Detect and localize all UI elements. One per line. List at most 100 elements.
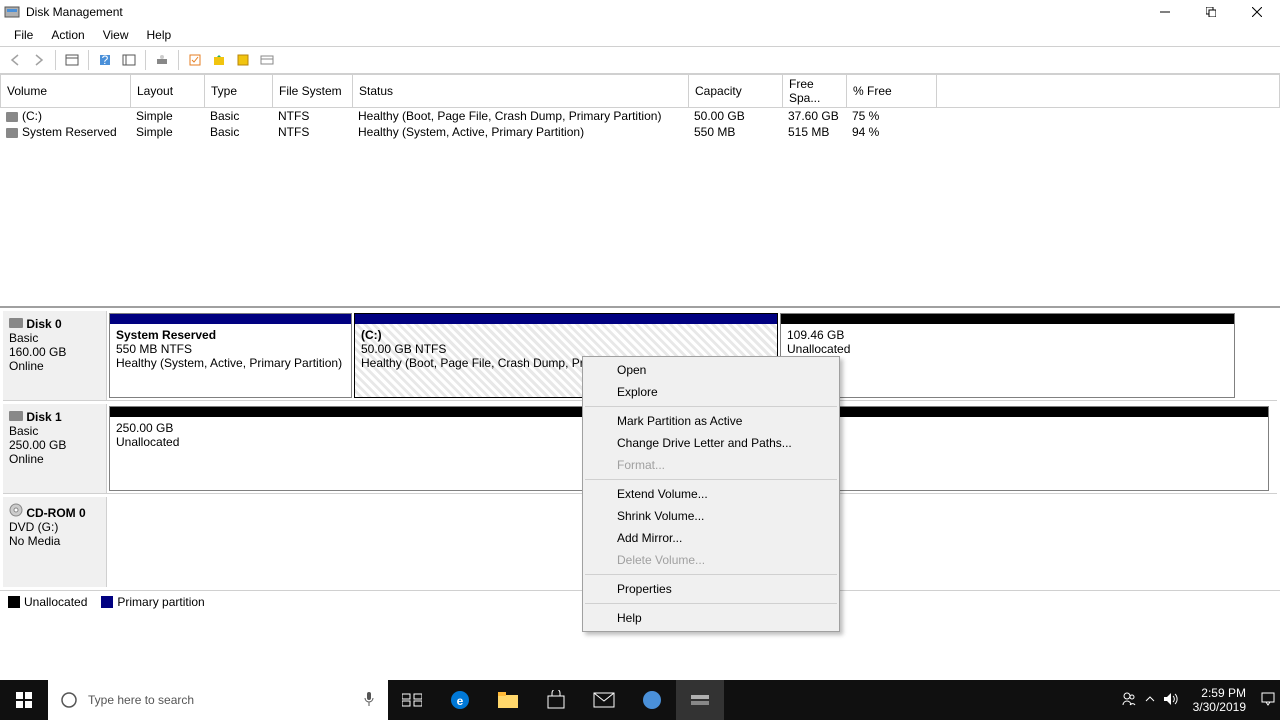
col-layout[interactable]: Layout <box>131 75 205 108</box>
partition-color-bar <box>355 314 777 324</box>
maximize-button[interactable] <box>1188 0 1234 24</box>
partition-size: 550 MB NTFS <box>116 342 345 356</box>
context-menu-item[interactable]: Shrink Volume... <box>583 505 839 527</box>
svg-text:?: ? <box>102 53 109 67</box>
search-placeholder: Type here to search <box>88 693 194 707</box>
toolbar: ? <box>0 46 1280 74</box>
menu-view[interactable]: View <box>95 26 137 44</box>
mic-icon[interactable] <box>362 690 376 711</box>
edge-icon[interactable]: e <box>436 680 484 720</box>
disk-state: Online <box>9 359 100 373</box>
toolbar-separator <box>88 50 89 70</box>
col-spacer <box>937 75 1280 108</box>
volume-list: Volume Layout Type File System Status Ca… <box>0 74 1280 307</box>
forward-button[interactable] <box>28 49 50 71</box>
legend-unallocated: Unallocated <box>8 595 87 609</box>
cortana-icon <box>60 691 78 709</box>
menubar: File Action View Help <box>0 24 1280 46</box>
disk-size: 160.00 GB <box>9 345 100 359</box>
disk-state: Online <box>9 452 100 466</box>
refresh-button[interactable] <box>151 49 173 71</box>
mail-icon[interactable] <box>580 680 628 720</box>
store-icon[interactable] <box>532 680 580 720</box>
volume-icon <box>6 112 18 122</box>
partition-status: Unallocated <box>787 342 1228 356</box>
col-volume[interactable]: Volume <box>1 75 131 108</box>
partition-color-bar <box>110 314 351 324</box>
partition[interactable]: System Reserved 550 MB NTFS Healthy (Sys… <box>109 313 352 398</box>
partition-size: 50.00 GB NTFS <box>361 342 771 356</box>
disk-state: No Media <box>9 534 100 548</box>
context-menu-item[interactable]: Mark Partition as Active <box>583 410 839 432</box>
volume-icon[interactable] <box>1163 692 1179 709</box>
settings-toolbar-button[interactable] <box>118 49 140 71</box>
disk-type: Basic <box>9 424 100 438</box>
context-menu-item[interactable]: Explore <box>583 381 839 403</box>
toolbar-separator <box>145 50 146 70</box>
tray-chevron-icon[interactable] <box>1145 693 1155 707</box>
disk-info[interactable]: CD-ROM 0 DVD (G:) No Media <box>3 497 107 587</box>
context-menu-item[interactable]: Extend Volume... <box>583 483 839 505</box>
start-button[interactable] <box>0 680 48 720</box>
toolbar-separator <box>55 50 56 70</box>
col-filesystem[interactable]: File System <box>273 75 353 108</box>
context-menu-separator <box>585 406 837 407</box>
disk-info[interactable]: Disk 1 Basic 250.00 GB Online <box>3 404 107 493</box>
back-button[interactable] <box>4 49 26 71</box>
context-menu-separator <box>585 574 837 575</box>
help-toolbar-button[interactable]: ? <box>94 49 116 71</box>
action4-button[interactable] <box>256 49 278 71</box>
context-menu-item[interactable]: Change Drive Letter and Paths... <box>583 432 839 454</box>
action1-button[interactable] <box>184 49 206 71</box>
taskbar: Type here to search e 2:59 PM 3/30/2019 <box>0 680 1280 720</box>
window-title: Disk Management <box>26 5 1142 19</box>
partition-color-bar <box>781 314 1234 324</box>
svg-text:e: e <box>457 694 464 708</box>
partition-title: System Reserved <box>116 328 345 342</box>
volume-row[interactable]: System Reserved SimpleBasicNTFS Healthy … <box>0 124 1280 140</box>
col-pctfree[interactable]: % Free <box>847 75 937 108</box>
context-menu-item[interactable]: Open <box>583 359 839 381</box>
col-capacity[interactable]: Capacity <box>689 75 783 108</box>
close-button[interactable] <box>1234 0 1280 24</box>
notifications-icon[interactable] <box>1260 691 1276 710</box>
partition-title: (C:) <box>361 328 771 342</box>
menu-action[interactable]: Action <box>43 26 92 44</box>
menu-file[interactable]: File <box>6 26 41 44</box>
app-icon <box>4 4 20 20</box>
context-menu-item: Delete Volume... <box>583 549 839 571</box>
minimize-button[interactable] <box>1142 0 1188 24</box>
context-menu-separator <box>585 479 837 480</box>
disk-management-taskbar-icon[interactable] <box>676 680 724 720</box>
disk-name: Disk 1 <box>9 410 100 424</box>
context-menu-item[interactable]: Help <box>583 607 839 629</box>
context-menu-item[interactable]: Add Mirror... <box>583 527 839 549</box>
action3-button[interactable] <box>232 49 254 71</box>
volume-row[interactable]: (C:) SimpleBasicNTFS Healthy (Boot, Page… <box>0 108 1280 124</box>
people-icon[interactable] <box>1121 691 1137 710</box>
taskbar-clock[interactable]: 2:59 PM 3/30/2019 <box>1187 686 1252 715</box>
toolbar-separator <box>178 50 179 70</box>
task-view-button[interactable] <box>388 680 436 720</box>
partition[interactable]: 109.46 GB Unallocated <box>780 313 1235 398</box>
context-menu-item: Format... <box>583 454 839 476</box>
disk-info[interactable]: Disk 0 Basic 160.00 GB Online <box>3 311 107 400</box>
file-explorer-icon[interactable] <box>484 680 532 720</box>
show-hide-console-button[interactable] <box>61 49 83 71</box>
menu-help[interactable]: Help <box>139 26 180 44</box>
disk-size: 250.00 GB <box>9 438 100 452</box>
disk-type: Basic <box>9 331 100 345</box>
action2-button[interactable] <box>208 49 230 71</box>
col-status[interactable]: Status <box>353 75 689 108</box>
partition-size: 109.46 GB <box>787 328 1228 342</box>
col-type[interactable]: Type <box>205 75 273 108</box>
col-freespace[interactable]: Free Spa... <box>783 75 847 108</box>
disk-type: DVD (G:) <box>9 520 100 534</box>
taskbar-search[interactable]: Type here to search <box>48 680 388 720</box>
disk-name: CD-ROM 0 <box>9 503 100 520</box>
legend-primary: Primary partition <box>101 595 204 609</box>
column-header-row: Volume Layout Type File System Status Ca… <box>1 75 1280 108</box>
app-icon-pinned[interactable] <box>628 680 676 720</box>
context-menu-item[interactable]: Properties <box>583 578 839 600</box>
volume-icon <box>6 128 18 138</box>
